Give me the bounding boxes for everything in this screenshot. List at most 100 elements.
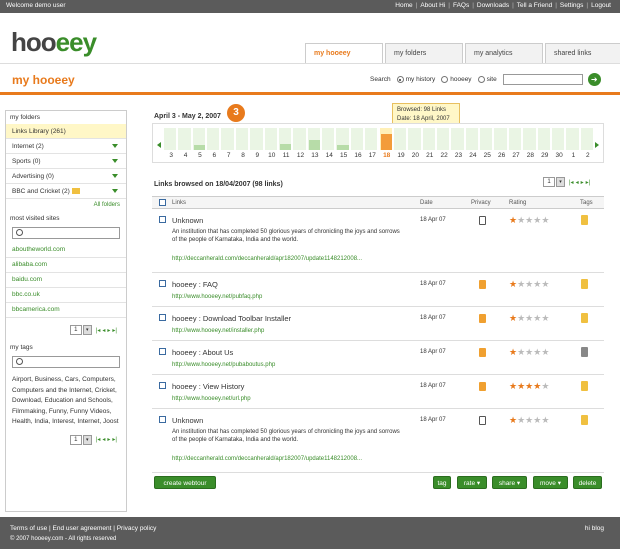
col-links[interactable]: Links [172,200,186,206]
star-icon[interactable]: ★ [517,347,525,357]
first-page-icon[interactable]: |◂ [96,436,101,443]
star-icon[interactable]: ★ [517,279,525,289]
folder-sports[interactable]: Sports (0) [6,154,126,169]
link-title[interactable]: hooeey : About Us [172,348,233,357]
timeline-day[interactable] [523,128,537,150]
row-checkbox[interactable] [159,280,166,287]
tag-icon[interactable] [581,279,588,289]
top-link-home[interactable]: Home [392,2,415,9]
row-checkbox[interactable] [159,416,166,423]
rating-stars[interactable]: ★★★★★ [509,415,549,426]
chevron-down-icon[interactable]: ▾ [556,177,565,187]
star-icon[interactable]: ★ [517,215,525,225]
timeline-day[interactable] [307,128,322,150]
next-page-icon[interactable]: ▸ [581,179,584,186]
timeline-day[interactable] [250,128,264,150]
timeline-day[interactable] [178,128,192,150]
hooeey-logo[interactable]: hooeey [11,27,97,58]
prev-page-icon[interactable]: ◂ [576,179,579,186]
unlock-icon[interactable] [479,216,486,225]
star-icon[interactable]: ★ [541,279,549,289]
browse-timeline[interactable]: 3 4 5 6 7 8 9 10 11 12 13 14 15 16 17 18 19 20 21 22 23 24 25 2… [152,123,604,163]
top-link-logout[interactable]: Logout [588,2,614,9]
link-title[interactable]: hooeey : View History [172,382,244,391]
lock-icon[interactable] [479,314,486,323]
last-page-icon[interactable]: ▸| [112,436,117,443]
star-icon[interactable]: ★ [541,347,549,357]
timeline-day[interactable] [393,128,408,150]
rating-stars[interactable]: ★★★★★ [509,279,549,290]
last-page-icon[interactable]: ▸| [112,327,117,334]
timeline-day[interactable] [551,128,566,150]
tags-page-select[interactable]: 1 [69,434,82,445]
timeline-day[interactable] [264,128,278,150]
rating-stars[interactable]: ★★★★★ [509,347,549,358]
row-checkbox[interactable] [159,314,166,321]
star-icon[interactable]: ★ [517,313,525,323]
timeline-day[interactable] [293,128,307,150]
star-icon[interactable]: ★ [509,381,517,391]
link-url[interactable]: http://deccanherald.com/deccanherald/apr… [172,456,362,462]
last-page-icon[interactable]: ▸| [586,179,591,186]
footer-links[interactable]: Terms of use | End user agreement | Priv… [10,525,156,532]
tab-shared-links[interactable]: shared links [545,43,620,63]
rate-button[interactable]: rate ▾ [457,476,487,489]
timeline-day[interactable] [580,128,594,150]
site-link[interactable]: bbc.co.uk [6,288,126,303]
tag-icon[interactable] [581,215,588,225]
folder-internet[interactable]: Internet (2) [6,139,126,154]
delete-button[interactable]: delete [573,476,602,489]
link-url[interactable]: http://www.hooeey.net/pubaboutus.php [172,362,275,368]
star-icon[interactable]: ★ [517,381,525,391]
all-folders-link[interactable]: All folders [6,199,126,212]
chevron-down-icon[interactable]: ▾ [82,325,92,335]
timeline-day[interactable] [336,128,350,150]
tag-icon[interactable] [581,347,588,357]
timeline-day[interactable] [436,128,451,150]
rating-stars[interactable]: ★★★★★ [509,313,549,324]
site-link[interactable]: bbcamerica.com [6,303,126,318]
link-url[interactable]: http://www.hooeey.net/pubfaq.php [172,294,262,300]
row-checkbox[interactable] [159,382,166,389]
timeline-day[interactable] [221,128,235,150]
timeline-day[interactable] [408,128,422,150]
move-button[interactable]: move ▾ [533,476,568,489]
rating-stars[interactable]: ★★★★★ [509,381,549,392]
top-link-about[interactable]: About Hi [417,2,448,9]
links-page-select[interactable]: 1 [543,177,555,187]
site-link[interactable]: aboutheworld.com [6,243,126,258]
tags-cloud[interactable]: Airport, Business, Cars, Computers, Comp… [6,372,126,428]
radio-my-history[interactable] [396,76,404,83]
timeline-bar[interactable] [380,134,392,150]
row-checkbox[interactable] [159,348,166,355]
create-webtour-button[interactable]: create webtour [154,476,216,489]
tab-my-analytics[interactable]: my analytics [465,43,543,63]
star-icon[interactable]: ★ [541,313,549,323]
site-link[interactable]: baidu.com [6,273,126,288]
timeline-day[interactable] [192,128,207,150]
col-rating[interactable]: Rating [509,200,526,206]
timeline-day[interactable] [451,128,465,150]
chevron-down-icon[interactable] [112,174,118,178]
link-title[interactable]: hooeey : Download Toolbar Installer [172,314,291,323]
timeline-bar[interactable] [279,143,292,150]
timeline-day[interactable] [235,128,250,150]
site-link[interactable]: alibaba.com [6,258,126,273]
sites-page-select[interactable]: 1 [69,325,82,335]
timeline-day[interactable] [566,128,580,150]
star-icon[interactable]: ★ [509,415,517,425]
row-checkbox[interactable] [159,216,166,223]
star-icon[interactable]: ★ [509,215,517,225]
tags-search-input[interactable] [12,356,120,368]
folder-links-library[interactable]: Links Library (261) [6,124,126,139]
col-tags[interactable]: Tags [580,200,593,206]
link-title[interactable]: hooeey : FAQ [172,280,218,289]
radio-hooeey[interactable] [441,76,449,83]
top-link-faqs[interactable]: FAQs [450,2,472,9]
timeline-bar[interactable] [193,145,206,150]
lock-icon[interactable] [479,348,486,357]
sites-search-input[interactable] [12,227,120,239]
timeline-day[interactable] [494,128,508,150]
link-url[interactable]: http://www.hooeey.net/installer.php [172,328,264,334]
link-url[interactable]: http://deccanherald.com/deccanherald/apr… [172,256,362,262]
